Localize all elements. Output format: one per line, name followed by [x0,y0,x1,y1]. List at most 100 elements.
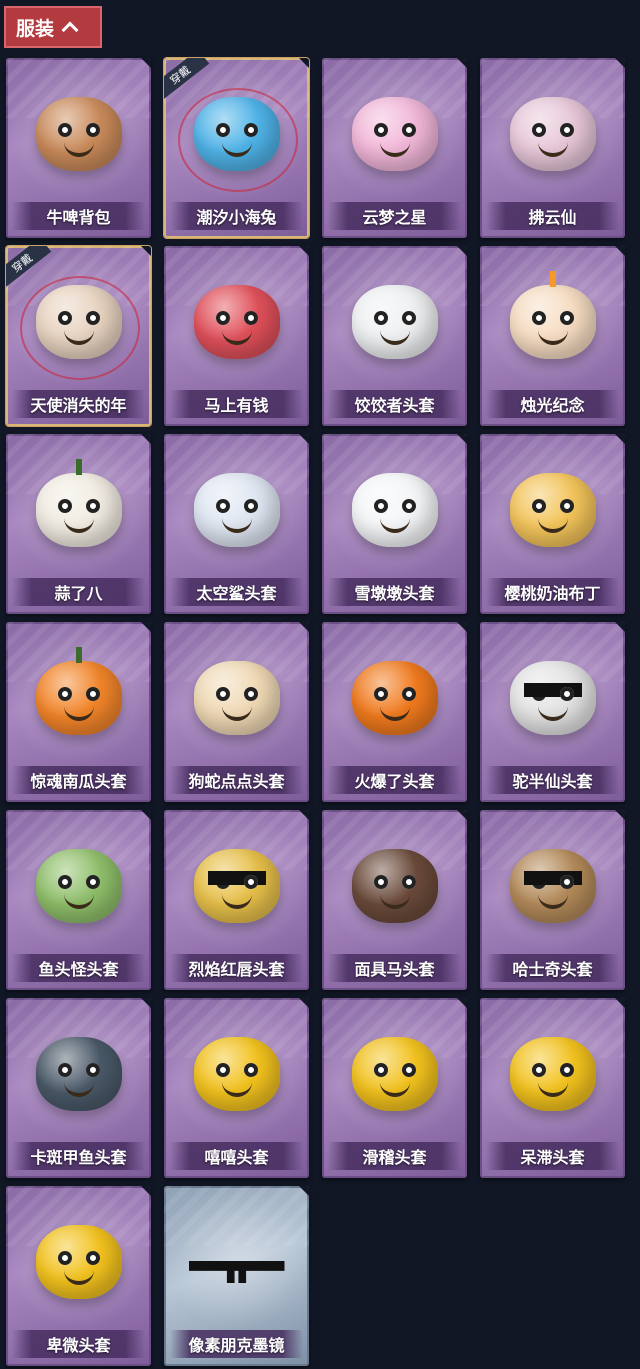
face-mouth [63,515,94,533]
face-mouth [379,515,410,533]
item-card[interactable]: 牛啤背包 [6,58,151,238]
item-name: 驼半仙头套 [486,766,619,794]
item-card[interactable]: 卡斑甲鱼头套 [6,998,151,1178]
item-card[interactable]: 火爆了头套 [322,622,467,802]
item-card[interactable]: 哈士奇头套 [480,810,625,990]
item-card[interactable]: 烛光纪念 [480,246,625,426]
card-corner-notch [299,1186,309,1196]
item-card[interactable]: 饺饺者头套 [322,246,467,426]
face-mouth [379,703,410,721]
card-corner-notch [141,810,151,820]
humble-emoji-head-icon [35,1225,122,1299]
item-name: 嘻嘻头套 [170,1142,303,1170]
card-corner-notch [141,1186,151,1196]
item-art [6,638,151,758]
stunned-emoji-head-icon [509,1037,596,1111]
item-name: 像素朋克墨镜 [170,1330,303,1358]
face-mouth [221,1079,252,1097]
item-card[interactable]: 卑微头套 [6,1186,151,1366]
item-art [6,450,151,570]
item-card[interactable]: 驼半仙头套 [480,622,625,802]
card-corner-notch [457,58,467,68]
face-mouth [537,1079,568,1097]
item-card[interactable]: 穿戴 天使消失的年 [6,246,151,426]
item-card[interactable]: 云梦之星 [322,58,467,238]
face-mouth [63,703,94,721]
top-stem [75,459,82,475]
pumpkin-head-icon [35,647,122,735]
card-corner-notch [457,998,467,1008]
item-name: 火爆了头套 [328,766,461,794]
item-card[interactable]: 呆滞头套 [480,998,625,1178]
face-mouth [221,891,252,909]
item-art [164,826,309,946]
item-card[interactable]: 樱桃奶油布丁 [480,434,625,614]
item-name: 天使消失的年 [12,390,145,418]
item-art [6,74,151,194]
item-name: 马上有钱 [170,390,303,418]
face-mouth [537,703,568,721]
item-card[interactable]: 蒜了八 [6,434,151,614]
item-name: 惊魂南瓜头套 [12,766,145,794]
garlic-head-icon [35,459,122,547]
item-art [480,826,625,946]
card-corner-notch [141,998,151,1008]
card-corner-notch [299,246,309,256]
item-art [164,74,309,194]
item-card[interactable]: 太空鲨头套 [164,434,309,614]
card-corner-notch [457,246,467,256]
item-card[interactable]: 穿戴 潮汐小海兔 [164,58,309,238]
face-mouth [537,139,568,157]
sunglasses [207,871,266,885]
top-stem [75,647,82,663]
item-name: 哈士奇头套 [486,954,619,982]
fish-monster-head-icon [35,849,122,923]
face-mouth [63,1079,94,1097]
item-card[interactable]: 面具马头套 [322,810,467,990]
card-corner-notch [299,998,309,1008]
pudding-head-icon [509,473,596,547]
fairy-pendant-icon [509,97,596,171]
card-corner-notch [141,622,151,632]
item-card[interactable]: 烈焰红唇头套 [164,810,309,990]
whale-head-icon [35,1037,122,1111]
face-mouth [63,139,94,157]
item-art [6,1014,151,1134]
item-art [480,262,625,382]
item-card[interactable]: 像素朋克墨镜 [164,1186,309,1366]
item-card[interactable]: 鱼头怪头套 [6,810,151,990]
horse-mask-head-icon [351,849,438,923]
card-corner-notch [615,58,625,68]
chevron-up-icon[interactable] [61,21,79,39]
red-horse-head-icon [193,285,280,359]
funny-emoji-head-icon [351,1037,438,1111]
snake-dog-head-icon [193,661,280,735]
top-stem [549,271,556,287]
category-tab-clothing[interactable]: 服装 [4,6,102,48]
husky-shades-head-icon [509,849,596,923]
item-card[interactable]: 滑稽头套 [322,998,467,1178]
item-card[interactable]: 狗蛇点点头套 [164,622,309,802]
item-name: 潮汐小海兔 [170,202,303,230]
face-mouth [221,703,252,721]
face-mouth [221,327,252,345]
item-name: 烛光纪念 [486,390,619,418]
item-name: 太空鲨头套 [170,578,303,606]
item-card[interactable]: 马上有钱 [164,246,309,426]
pixel-sunglasses-icon [188,1261,285,1283]
item-name: 雪墩墩头套 [328,578,461,606]
item-art [164,1202,309,1322]
face-mouth [537,327,568,345]
item-card[interactable]: 拂云仙 [480,58,625,238]
item-art [322,450,467,570]
sunglasses [523,871,582,885]
item-name: 卡斑甲鱼头套 [12,1142,145,1170]
item-card[interactable]: 雪墩墩头套 [322,434,467,614]
item-name: 呆滞头套 [486,1142,619,1170]
item-card[interactable]: 嘻嘻头套 [164,998,309,1178]
unicorn-cloud-icon [351,97,438,171]
item-card[interactable]: 惊魂南瓜头套 [6,622,151,802]
item-art [164,450,309,570]
item-name: 面具马头套 [328,954,461,982]
card-corner-notch [615,434,625,444]
